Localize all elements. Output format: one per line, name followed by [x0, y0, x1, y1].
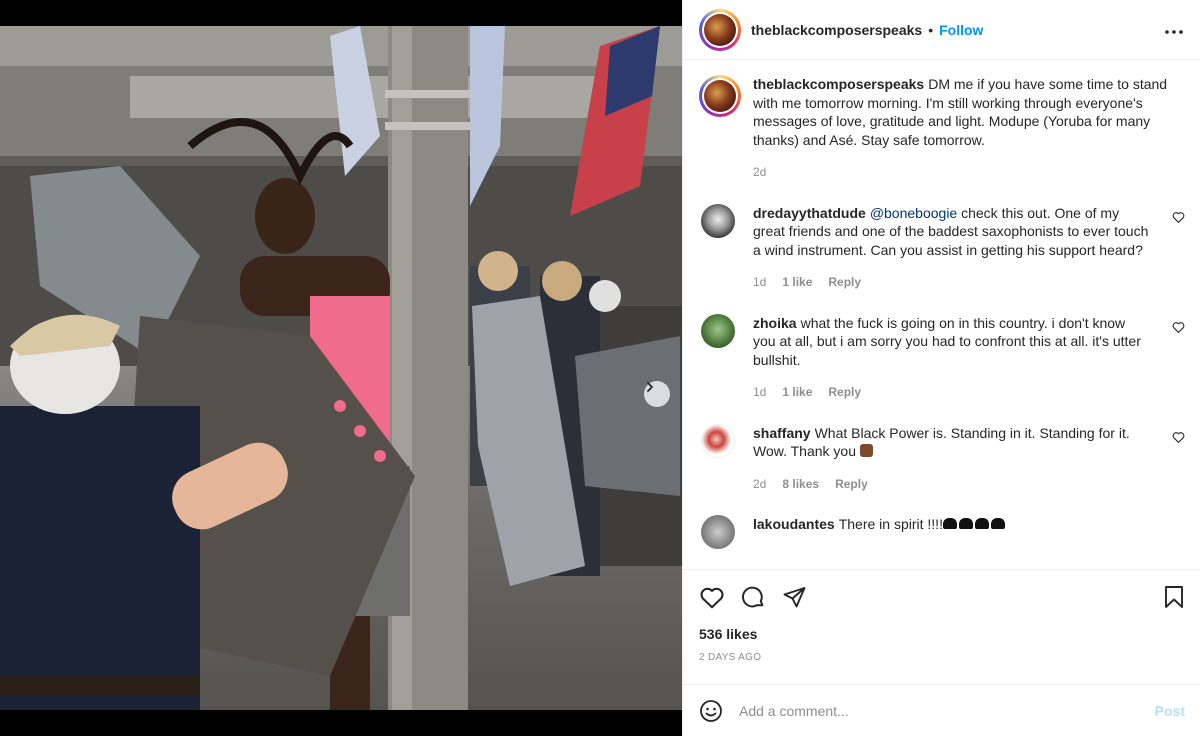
comment-text: what the fuck is going on in this countr… — [753, 314, 1141, 368]
emoji-button[interactable] — [699, 699, 723, 723]
caption-avatar[interactable] — [699, 75, 741, 117]
comment-age[interactable]: 1d — [753, 383, 766, 402]
caption-meta: 2d — [753, 163, 1185, 182]
comments-list[interactable]: theblackcomposerspeaks DM me if you have … — [683, 61, 1200, 569]
more-options-button[interactable] — [1164, 19, 1184, 40]
comment-like-button[interactable] — [1172, 320, 1185, 338]
comment: lakoudantes There in spirit !!!! — [699, 515, 1185, 549]
action-icons — [699, 570, 1185, 624]
comment: dredayythatdude @boneboogie check this ou… — [699, 203, 1185, 292]
avatar-inner — [702, 78, 738, 114]
comment-button[interactable] — [741, 585, 766, 610]
comment-icon — [742, 586, 764, 607]
comment-meta: 1d 1 like Reply — [753, 273, 1151, 292]
like-count[interactable]: 536 likes — [699, 626, 1185, 642]
avatar-inner — [702, 11, 738, 48]
header-separator: • — [928, 21, 934, 38]
caption-body: theblackcomposerspeaks DM me if you have … — [753, 75, 1185, 182]
post-actions: 536 likes 2 DAYS AGO — [683, 569, 1200, 663]
comment-body: lakoudantes There in spirit !!!! — [753, 515, 1185, 549]
comment-composer: Post — [683, 684, 1200, 736]
commenter-avatar[interactable] — [701, 515, 735, 549]
comment: shaffany What Black Power is. Standing in… — [699, 423, 1185, 494]
reply-button[interactable]: Reply — [828, 273, 861, 292]
commenter-avatar[interactable] — [701, 313, 735, 348]
comment-likes[interactable]: 1 like — [782, 273, 812, 292]
commenter-avatar[interactable] — [701, 423, 735, 458]
comment-like-button[interactable] — [1172, 430, 1185, 448]
heart-icon — [1172, 431, 1185, 443]
comment-username[interactable]: zhoika — [753, 315, 797, 331]
reply-button[interactable]: Reply — [835, 475, 868, 494]
follow-button[interactable]: Follow — [939, 22, 983, 38]
comment-likes[interactable]: 1 like — [782, 383, 812, 402]
comment-age[interactable]: 1d — [753, 273, 766, 292]
comment-body: zhoika what the fuck is going on in this … — [753, 314, 1185, 402]
author-username[interactable]: theblackcomposerspeaks — [751, 22, 922, 38]
photo-illustration — [0, 26, 682, 710]
comment-age[interactable]: 2d — [753, 475, 766, 494]
comment-body: dredayythatdude @boneboogie check this ou… — [753, 204, 1185, 292]
caption: theblackcomposerspeaks DM me if you have … — [699, 61, 1185, 182]
commenter-avatar[interactable] — [701, 203, 735, 238]
carousel-next-button[interactable] — [644, 381, 670, 407]
heart-icon — [1172, 321, 1185, 333]
chevron-right-icon — [647, 382, 653, 392]
heart-icon — [700, 587, 724, 609]
post-panel: theblackcomposerspeaks • Follow theblack… — [682, 0, 1200, 736]
share-button[interactable] — [782, 585, 807, 609]
comment-mention[interactable]: @boneboogie — [870, 205, 957, 221]
comment-username[interactable]: shaffany — [753, 425, 811, 441]
avatar-image — [704, 80, 736, 112]
post-header: theblackcomposerspeaks • Follow — [683, 0, 1200, 60]
comment-username[interactable]: lakoudantes — [753, 516, 835, 532]
more-icon — [1165, 30, 1183, 34]
comment-body: shaffany What Black Power is. Standing in… — [753, 424, 1185, 494]
comment-like-button[interactable] — [1172, 210, 1185, 228]
caption-age[interactable]: 2d — [753, 163, 766, 182]
emoji-icon — [700, 699, 722, 722]
caption-username[interactable]: theblackcomposerspeaks — [753, 76, 924, 92]
raised-fist-emoji — [859, 444, 873, 457]
comment-text: There in spirit !!!! — [838, 516, 943, 532]
save-button[interactable] — [1163, 585, 1185, 609]
avatar-image — [704, 13, 736, 46]
comment-username[interactable]: dredayythatdude — [753, 205, 866, 221]
post-media — [0, 0, 682, 736]
post-date[interactable]: 2 DAYS AGO — [699, 652, 1185, 663]
author-avatar[interactable] — [699, 8, 741, 51]
bookmark-icon — [1165, 586, 1183, 608]
comment-likes[interactable]: 8 likes — [782, 475, 819, 494]
post-comment-button[interactable]: Post — [1155, 703, 1185, 719]
comment: zhoika what the fuck is going on in this … — [699, 313, 1185, 402]
black-heart-emojis — [942, 515, 1007, 534]
comment-meta: 1d 1 like Reply — [753, 383, 1151, 402]
like-button[interactable] — [699, 585, 725, 609]
share-icon — [783, 587, 806, 608]
heart-icon — [1172, 211, 1185, 223]
comment-meta: 2d 8 likes Reply — [753, 475, 1151, 494]
post-photo[interactable] — [0, 26, 682, 710]
reply-button[interactable]: Reply — [828, 383, 861, 402]
comment-input[interactable] — [739, 702, 1155, 719]
